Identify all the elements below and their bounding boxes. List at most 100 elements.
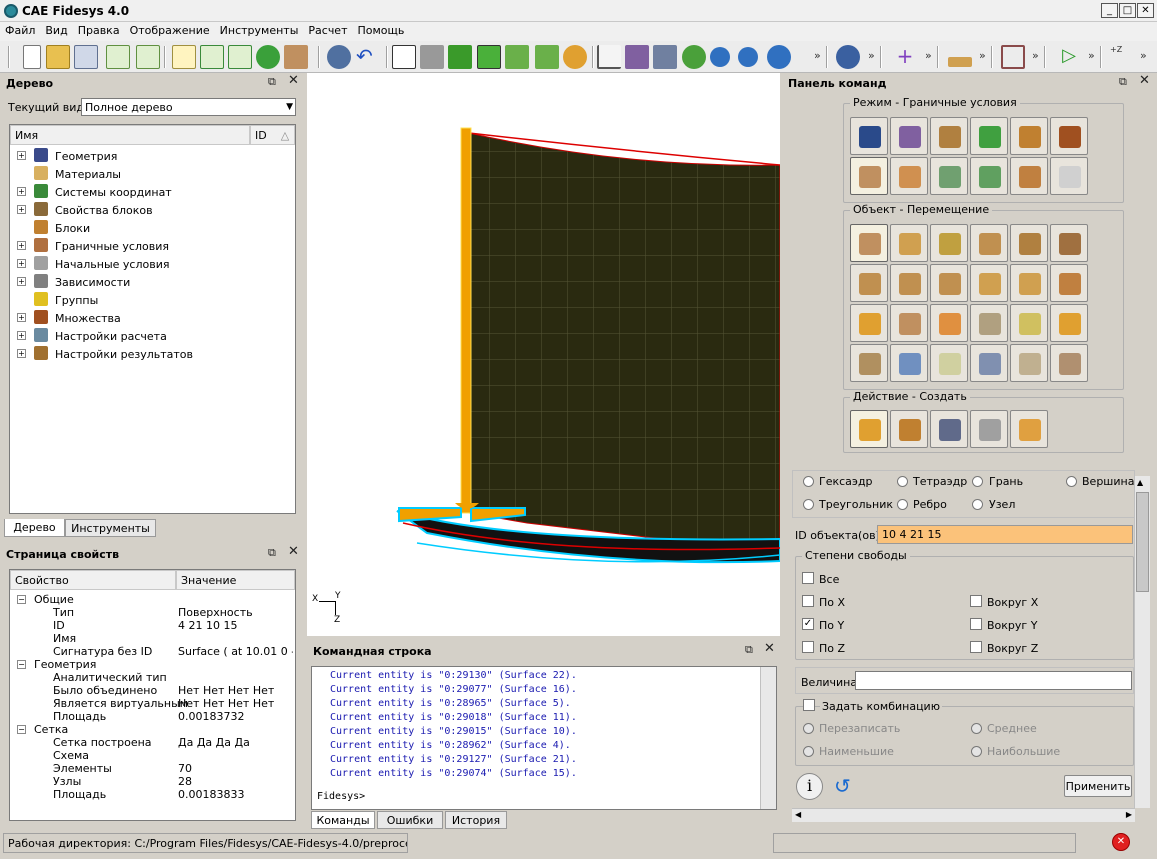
modify-button[interactable] <box>890 410 928 448</box>
tab-commands[interactable]: Команды <box>311 811 375 829</box>
maximize-button[interactable]: □ <box>1119 3 1136 18</box>
run-icon[interactable]: ▷ <box>1057 45 1081 69</box>
expand-icon[interactable]: + <box>17 187 26 196</box>
menu-edit[interactable]: Правка <box>73 22 125 39</box>
block-mode-button[interactable] <box>1010 117 1048 155</box>
geometry-mode-button[interactable] <box>850 117 888 155</box>
dependency-mode-button[interactable] <box>930 157 968 195</box>
menu-tools[interactable]: Инструменты <box>215 22 304 39</box>
menu-help[interactable]: Помощь <box>353 22 410 39</box>
cmd-close-icon[interactable]: ✕ <box>764 641 775 656</box>
tree-item-block-props[interactable]: + Свойства блоков <box>10 201 290 219</box>
check-all[interactable] <box>802 572 814 584</box>
star-button[interactable] <box>930 344 968 382</box>
dot-button[interactable] <box>970 344 1008 382</box>
command-output[interactable]: Current entity is "0:29130" (Surface 22)… <box>311 666 777 810</box>
error-icon[interactable]: ✕ <box>1112 833 1130 851</box>
mesh-mode-button[interactable] <box>890 117 928 155</box>
undo-icon[interactable]: ↶ <box>356 45 380 69</box>
check-ry[interactable] <box>970 618 982 630</box>
tree-item-geometry[interactable]: + Геометрия <box>10 147 290 165</box>
sun-button[interactable] <box>1010 304 1048 342</box>
angular-velocity-button[interactable] <box>890 264 928 302</box>
radio-tri[interactable] <box>803 499 814 510</box>
command-prompt[interactable]: Fidesys> <box>317 791 365 805</box>
open-folder-icon[interactable] <box>46 45 70 69</box>
tree-item-dependencies[interactable]: + Зависимости <box>10 273 290 291</box>
distributed-load-button[interactable] <box>970 224 1008 262</box>
shapes-icon[interactable] <box>505 45 529 69</box>
displacement-button[interactable] <box>850 224 888 262</box>
new-file-icon[interactable] <box>23 45 41 69</box>
heat-flux-button[interactable] <box>930 304 968 342</box>
clip-icon[interactable] <box>653 45 677 69</box>
expand-icon[interactable]: + <box>17 205 26 214</box>
menu-display[interactable]: Отображение <box>125 22 215 39</box>
tree-item-result-settings[interactable]: + Настройки результатов <box>10 345 290 363</box>
perspective-icon[interactable] <box>625 45 649 69</box>
3d-viewport[interactable]: X Y Z <box>307 73 780 636</box>
tree-item-boundary-conditions[interactable]: + Граничные условия <box>10 237 290 255</box>
journal-icon[interactable] <box>228 45 252 69</box>
coord-mode-button[interactable] <box>970 117 1008 155</box>
rotate-icon[interactable] <box>682 45 706 69</box>
radio-edge[interactable] <box>897 499 908 510</box>
export-icon[interactable] <box>136 45 160 69</box>
cmdpanel-scrollbar[interactable]: ▲ <box>1134 476 1150 808</box>
import-icon[interactable] <box>106 45 130 69</box>
radio-max[interactable] <box>971 746 982 757</box>
check-z[interactable] <box>802 641 814 653</box>
gravity-button[interactable] <box>1010 224 1048 262</box>
script-icon[interactable] <box>172 45 196 69</box>
expand-icon[interactable]: + <box>17 313 26 322</box>
pause-icon[interactable] <box>256 45 280 69</box>
radio-face[interactable] <box>972 476 983 487</box>
check-x[interactable] <box>802 595 814 607</box>
create-button[interactable] <box>850 410 888 448</box>
sort-axes-icon[interactable]: +Z <box>1110 45 1134 69</box>
box-button[interactable] <box>850 344 888 382</box>
bar-button[interactable] <box>1010 264 1048 302</box>
cmdpanel-float-icon[interactable]: ⧉ <box>1119 75 1127 89</box>
view-select[interactable]: Полное дерево ▼ <box>81 98 296 116</box>
tab-tree[interactable]: Дерево <box>4 519 65 537</box>
radio-vertex[interactable] <box>1066 476 1077 487</box>
reset-view-icon[interactable] <box>327 45 351 69</box>
cmdpanel-hscrollbar[interactable]: ◀ ▶ <box>792 808 1135 822</box>
shaded-icon[interactable] <box>448 45 472 69</box>
tree-item-groups[interactable]: Группы <box>10 291 290 309</box>
tab-errors[interactable]: Ошибки <box>377 811 443 829</box>
delete-button[interactable] <box>1010 410 1048 448</box>
collapse-icon[interactable]: − <box>17 660 26 669</box>
cmd-float-icon[interactable]: ⧉ <box>745 643 753 657</box>
hidden-line-icon[interactable] <box>420 45 444 69</box>
velocity-button[interactable] <box>850 264 888 302</box>
bounding-box-icon[interactable] <box>1001 45 1025 69</box>
initial-mode-button[interactable] <box>890 157 928 195</box>
tree-item-blocks[interactable]: Блоки <box>10 219 290 237</box>
radio-hex[interactable] <box>803 476 814 487</box>
close-button[interactable]: ✕ <box>1137 3 1154 18</box>
radio-tet[interactable] <box>897 476 908 487</box>
fixed-button[interactable] <box>1050 224 1088 262</box>
calc-mode-button[interactable] <box>970 157 1008 195</box>
expand-icon[interactable]: + <box>17 277 26 286</box>
expand-icon[interactable]: + <box>17 151 26 160</box>
flow-button[interactable] <box>890 344 928 382</box>
check-rx[interactable] <box>970 595 982 607</box>
expand-icon[interactable]: + <box>17 331 26 340</box>
minimize-button[interactable]: _ <box>1101 3 1118 18</box>
collapse-icon[interactable]: − <box>17 725 26 734</box>
props-float-icon[interactable]: ⧉ <box>268 546 276 560</box>
radio-min[interactable] <box>803 746 814 757</box>
radio-node[interactable] <box>972 499 983 510</box>
hammer-icon[interactable] <box>284 45 308 69</box>
tree-item-calc-settings[interactable]: + Настройки расчета <box>10 327 290 345</box>
tab-history[interactable]: История <box>445 811 507 829</box>
check-rz[interactable] <box>970 641 982 653</box>
apply-button[interactable]: Применить <box>1064 775 1132 797</box>
acceleration-button[interactable] <box>930 264 968 302</box>
temperature-button[interactable] <box>850 304 888 342</box>
run-script-icon[interactable] <box>200 45 224 69</box>
lights-icon[interactable] <box>563 45 587 69</box>
